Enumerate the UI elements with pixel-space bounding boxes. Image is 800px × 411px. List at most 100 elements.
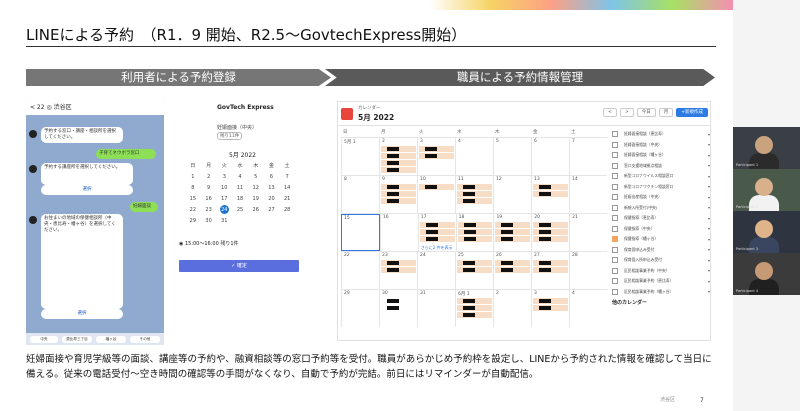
calendar-day-cell[interactable]: 5月 1 <box>341 138 379 175</box>
calendar-event[interactable] <box>533 260 568 266</box>
calendar-day[interactable]: 9 <box>201 183 217 194</box>
checkbox-icon[interactable] <box>612 173 618 180</box>
calendar-event[interactable] <box>533 236 569 242</box>
calendar-event[interactable] <box>533 222 569 228</box>
calendar-event[interactable] <box>495 229 531 235</box>
calendar-event[interactable] <box>457 229 493 235</box>
calendar-day-cell[interactable]: 5 <box>493 138 531 175</box>
checkbox-icon[interactable] <box>612 215 618 222</box>
toolbar-button[interactable]: 月 <box>658 108 674 117</box>
checkbox-icon[interactable] <box>612 246 618 253</box>
video-tile[interactable]: Participant 2 <box>733 169 800 211</box>
calendar-list-item[interactable]: 保健指導（中央） ▾ <box>612 224 710 235</box>
calendar-list-item[interactable]: 妊婦面接相談（中央） ▾ <box>612 140 710 151</box>
calendar-event[interactable] <box>381 198 416 204</box>
calendar-event[interactable] <box>457 267 492 273</box>
calendar-event[interactable] <box>457 184 492 190</box>
video-tile[interactable]: Participant 3 <box>733 211 800 253</box>
calendar-event[interactable] <box>381 167 416 173</box>
toolbar-button[interactable]: +新規作成 <box>676 108 708 117</box>
calendar-event[interactable] <box>457 198 492 204</box>
confirm-button[interactable]: ✓ 確定 <box>179 260 299 272</box>
checkbox-icon[interactable] <box>612 141 618 148</box>
calendar-day-cell[interactable]: 6 <box>531 138 569 175</box>
calendar-list-item[interactable]: 新型コロナウイルス相談窓口 ▾ <box>612 171 710 182</box>
calendar-day-cell[interactable]: 21 <box>569 214 607 251</box>
calendar-list-item[interactable]: 妊婦面接相談（幡ヶ谷） ▾ <box>612 150 710 161</box>
calendar-event[interactable] <box>457 305 492 311</box>
calendar-day[interactable]: 1 <box>185 172 201 183</box>
calendar-event[interactable] <box>457 222 493 228</box>
calendar-day-cell[interactable]: 16 <box>379 214 418 251</box>
checkbox-icon[interactable] <box>612 278 618 285</box>
calendar-day[interactable]: 18 <box>232 194 248 205</box>
calendar-day-cell[interactable]: 30 <box>379 290 417 327</box>
calendar-day-cell[interactable]: 19 <box>493 214 531 251</box>
calendar-day[interactable]: 14 <box>279 183 295 194</box>
calendar-list-item[interactable]: 窓口支援地域拠点相談 ▾ <box>612 161 710 172</box>
quick-reply-pill[interactable]: 恵比寿三丁目 <box>62 336 92 343</box>
quick-reply-pill[interactable]: 幡ヶ谷 <box>96 336 126 343</box>
chevron-down-icon[interactable]: ▾ <box>708 153 710 158</box>
calendar-event[interactable] <box>457 191 492 197</box>
calendar-day[interactable]: 4 <box>232 172 248 183</box>
calendar-day[interactable]: 25 <box>232 205 248 216</box>
calendar-day-cell[interactable]: 17 さらに2 件を表示 <box>417 214 456 251</box>
calendar-event[interactable] <box>419 146 454 152</box>
calendar-event[interactable] <box>457 236 493 242</box>
calendar-event[interactable] <box>495 260 530 266</box>
calendar-list-item[interactable]: 区民相談事業予約（中央） ▾ <box>612 266 710 277</box>
calendar-day[interactable]: 10 <box>216 183 232 194</box>
calendar-event[interactable] <box>495 267 530 273</box>
calendar-event[interactable] <box>381 160 416 166</box>
calendar-event[interactable] <box>381 184 416 190</box>
calendar-list-item[interactable]: 区民相談事業予約（幡ヶ谷） ▾ <box>612 287 710 298</box>
calendar-event[interactable] <box>419 153 454 159</box>
chevron-down-icon[interactable]: ▾ <box>708 289 710 294</box>
calendar-event[interactable] <box>381 191 416 197</box>
chat-select-button[interactable]: 選択 <box>41 309 123 320</box>
calendar-day-cell[interactable]: 8 <box>341 176 379 213</box>
calendar-event[interactable] <box>381 146 416 152</box>
calendar-event[interactable] <box>533 298 568 304</box>
calendar-list-item[interactable]: 区民相談事業予約（恵比寿） ▾ <box>612 276 710 287</box>
calendar-day-cell[interactable]: 3 <box>531 290 569 327</box>
calendar-list-item[interactable]: 保育園入所申込み受付 ▾ <box>612 255 710 266</box>
calendar-day-cell[interactable]: 2 <box>493 290 531 327</box>
chevron-down-icon[interactable]: ▾ <box>708 279 710 284</box>
calendar-day[interactable]: 13 <box>264 183 280 194</box>
checkbox-icon[interactable] <box>612 204 618 211</box>
toolbar-button[interactable]: 今日 <box>636 108 656 117</box>
checkbox-icon[interactable] <box>612 162 618 169</box>
calendar-list-item[interactable]: 保健指導（幡ヶ谷） ▾ <box>612 234 710 245</box>
chevron-down-icon[interactable]: ▾ <box>708 184 710 189</box>
calendar-day-cell[interactable]: 9 <box>379 176 417 213</box>
checkbox-icon[interactable] <box>612 236 618 243</box>
calendar-event[interactable] <box>533 184 568 190</box>
calendar-day-cell[interactable]: 11 <box>455 176 493 213</box>
calendar-day-cell[interactable]: 28 <box>569 252 607 289</box>
checkbox-icon[interactable] <box>612 131 618 138</box>
calendar-day-cell[interactable]: 20 <box>531 214 569 251</box>
calendar-event[interactable] <box>419 184 454 190</box>
calendar-day-cell[interactable]: 2 <box>379 138 417 175</box>
chevron-down-icon[interactable]: ▾ <box>708 226 710 231</box>
chevron-down-icon[interactable]: ▾ <box>708 216 710 221</box>
checkbox-icon[interactable] <box>612 194 618 201</box>
quick-reply-pill[interactable]: その他 <box>130 336 160 343</box>
calendar-day[interactable]: 15 <box>185 194 201 205</box>
chevron-down-icon[interactable]: ▾ <box>708 163 710 168</box>
calendar-day-cell[interactable]: 18 <box>455 214 494 251</box>
calendar-list-item[interactable]: 妊婦面接相談（恵比寿） ▾ <box>612 129 710 140</box>
chevron-down-icon[interactable]: ▾ <box>708 247 710 252</box>
calendar-event[interactable] <box>381 260 416 266</box>
calendar-day[interactable]: 20 <box>264 194 280 205</box>
calendar-day-cell[interactable]: 23 <box>379 252 417 289</box>
calendar-day-cell[interactable]: 13 <box>531 176 569 213</box>
selected-day[interactable]: 24 <box>219 205 229 214</box>
calendar-day-cell[interactable]: 4 <box>569 290 607 327</box>
calendar-day[interactable]: 8 <box>185 183 201 194</box>
calendar-day-cell[interactable]: 7 <box>569 138 607 175</box>
calendar-day-cell[interactable]: 10 <box>417 176 455 213</box>
chevron-down-icon[interactable]: ▾ <box>708 237 710 242</box>
